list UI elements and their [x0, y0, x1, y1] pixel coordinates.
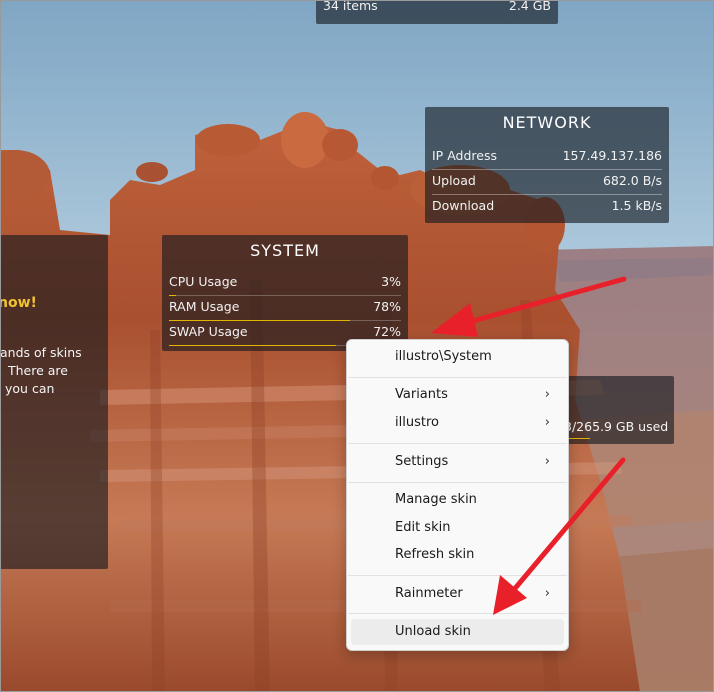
system-row-cpu: CPU Usage 3% [169, 271, 401, 296]
menu-separator [348, 377, 567, 378]
chevron-right-icon: › [544, 586, 550, 601]
disk-skin[interactable]: 3/265.9 GB used [560, 376, 674, 444]
menu-item-label: Edit skin [395, 520, 451, 535]
menu-header-skin-name[interactable]: illustro\System [351, 344, 564, 370]
menu-item-label: Unload skin [395, 624, 471, 639]
system-value: 3% [381, 274, 401, 289]
menu-item-variants[interactable]: Variants › [351, 382, 564, 408]
welcome-headline: now! [0, 295, 37, 311]
network-value: 157.49.137.186 [562, 148, 662, 163]
menu-item-label: Rainmeter [395, 586, 463, 601]
network-row-upload: Upload 682.0 B/s [432, 170, 662, 195]
system-label: SWAP Usage [169, 324, 248, 339]
network-title: NETWORK [502, 113, 592, 132]
menu-item-label: Variants [395, 387, 448, 402]
menu-separator [348, 613, 567, 614]
menu-item-rainmeter[interactable]: Rainmeter › [351, 581, 564, 607]
menu-item-illustro[interactable]: illustro › [351, 410, 564, 436]
system-value: 78% [373, 299, 401, 314]
system-row-ram: RAM Usage 78% [169, 296, 401, 321]
menu-separator [348, 443, 567, 444]
menu-separator [348, 482, 567, 483]
files-total-size: 2.4 GB [508, 0, 551, 13]
files-skin[interactable]: 34 items 2.4 GB [316, 0, 558, 24]
menu-separator [348, 575, 567, 576]
network-label: Download [432, 198, 495, 213]
network-skin[interactable]: NETWORK IP Address 157.49.137.186 Upload… [425, 107, 669, 223]
chevron-right-icon: › [544, 454, 550, 469]
network-row-ip: IP Address 157.49.137.186 [432, 145, 662, 170]
files-item-count: 34 items [323, 0, 378, 13]
system-title: SYSTEM [250, 241, 320, 260]
menu-item-refresh-skin[interactable]: Refresh skin [351, 542, 564, 568]
network-value: 1.5 kB/s [611, 198, 662, 213]
network-label: IP Address [432, 148, 497, 163]
system-label: RAM Usage [169, 299, 240, 314]
chevron-right-icon: › [544, 415, 550, 430]
disk-used-text: 3/265.9 GB used [564, 419, 669, 434]
files-summary-row: 34 items 2.4 GB [323, 0, 551, 19]
usage-bar [169, 345, 337, 346]
system-label: CPU Usage [169, 274, 238, 289]
welcome-skin[interactable]: now! ands of skins There are you can [0, 235, 108, 569]
menu-item-label: Manage skin [395, 492, 477, 507]
welcome-text-line: you can [5, 381, 55, 396]
menu-item-label: illustro [395, 415, 439, 430]
menu-item-edit-skin[interactable]: Edit skin [351, 515, 564, 541]
system-skin[interactable]: SYSTEM CPU Usage 3% RAM Usage 78% SWAP U… [162, 235, 408, 351]
welcome-text-line: ands of skins [0, 345, 82, 360]
welcome-text-line: There are [8, 363, 68, 378]
menu-item-settings[interactable]: Settings › [351, 449, 564, 475]
network-value: 682.0 B/s [602, 173, 662, 188]
menu-item-manage-skin[interactable]: Manage skin [351, 487, 564, 513]
skin-context-menu[interactable]: illustro\System Variants › illustro › Se… [346, 339, 569, 651]
chevron-right-icon: › [544, 387, 550, 402]
network-row-download: Download 1.5 kB/s [432, 195, 662, 219]
menu-item-unload-skin[interactable]: Unload skin [351, 619, 564, 645]
network-label: Upload [432, 173, 476, 188]
menu-item-label: Settings [395, 454, 449, 469]
menu-item-label: Refresh skin [395, 547, 475, 562]
